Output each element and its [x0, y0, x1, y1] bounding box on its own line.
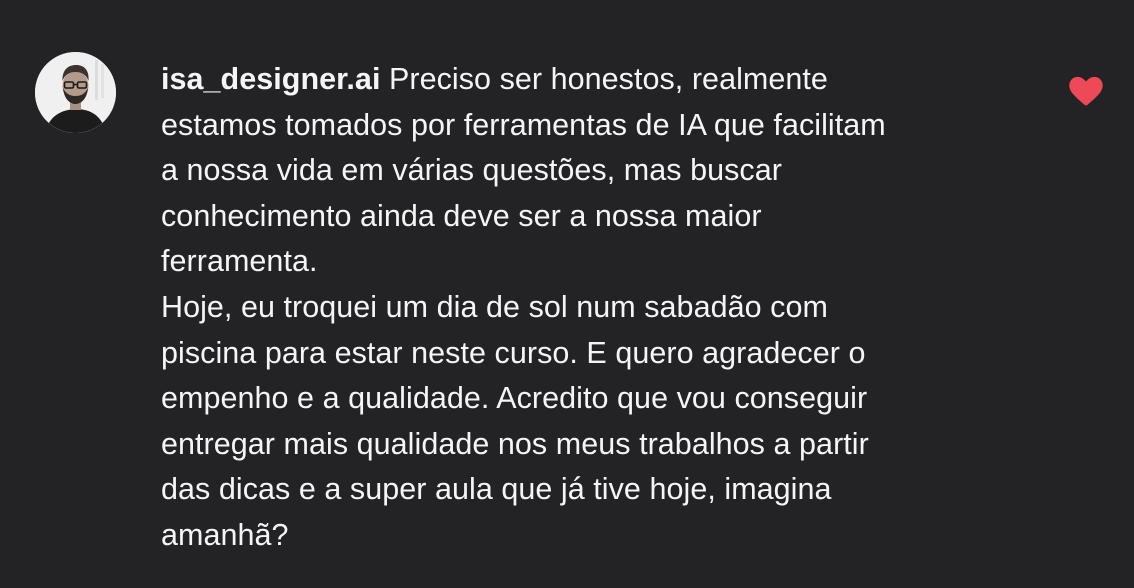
comment-text-line: estamos tomados por ferramentas de IA qu… [161, 107, 886, 142]
comment-item: isa_designer.ai Preciso ser honestos, re… [0, 0, 1134, 588]
comment-text-line: ferramenta. [161, 244, 318, 279]
comment-text-line: Preciso ser honestos, realmente [389, 62, 828, 96]
like-button[interactable] [1069, 75, 1103, 107]
comment-text-line: amanhã? [161, 517, 289, 552]
comment-text-line: empenho e a qualidade. Acredito que vou … [161, 381, 868, 416]
comment-first-line: isa_designer.ai Preciso ser honestos, re… [161, 57, 1041, 103]
comment-text-line: piscina para estar neste curso. E quero … [161, 335, 866, 370]
comment-username[interactable]: isa_designer.ai [161, 62, 380, 96]
comment-text-line: das dicas e a super aula que já tive hoj… [161, 472, 832, 507]
avatar[interactable] [35, 52, 116, 133]
comment-text-line: Hoje, eu troquei um dia de sol num sabad… [161, 289, 828, 324]
comment-text-line: conhecimento ainda deve ser a nossa maio… [161, 198, 762, 233]
avatar-photo-icon [35, 52, 116, 133]
heart-icon [1069, 76, 1103, 106]
comment-text: isa_designer.ai Preciso ser honestos, re… [161, 57, 1041, 559]
comment-text-line: entregar mais qualidade nos meus trabalh… [161, 426, 869, 461]
comment-text-line: a nossa vida em várias questões, mas bus… [161, 153, 782, 188]
